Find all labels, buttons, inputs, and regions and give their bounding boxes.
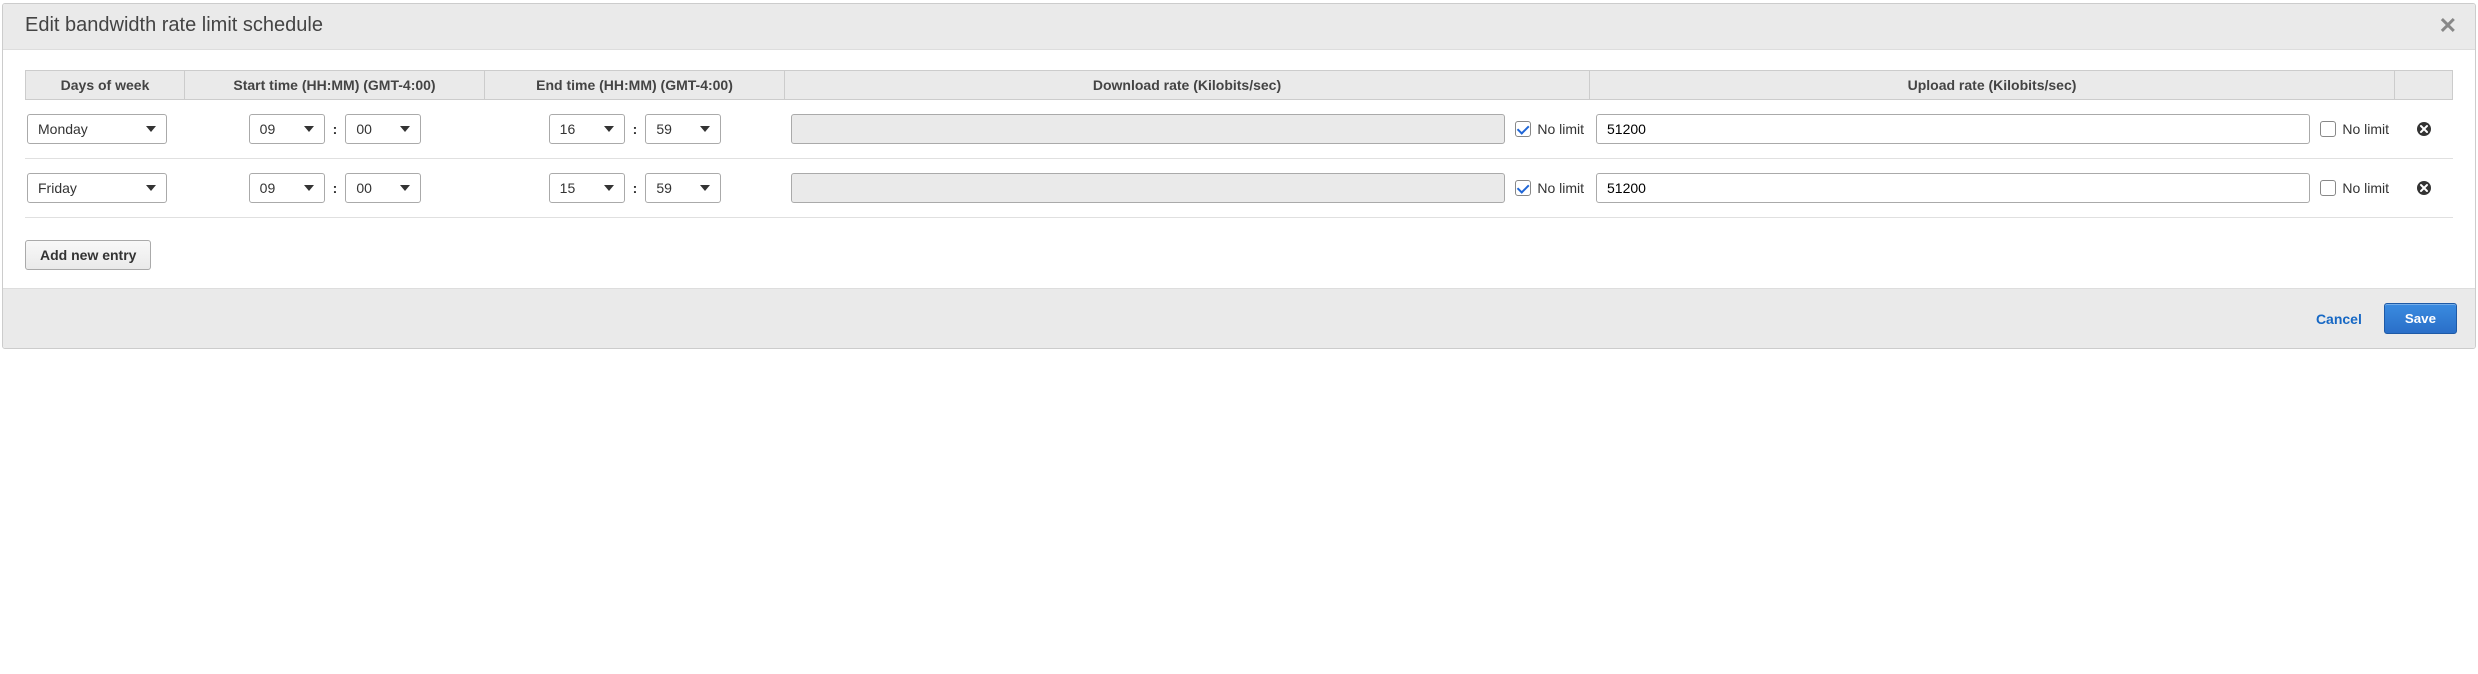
no-limit-label: No limit: [2342, 180, 2389, 196]
end-minute-value: 59: [656, 180, 672, 196]
dialog-footer: Cancel Save: [3, 288, 2475, 348]
end-minute-select[interactable]: 59: [645, 114, 721, 144]
time-separator: :: [333, 121, 338, 137]
chevron-down-icon: [400, 126, 410, 132]
th-delete: [2395, 70, 2453, 100]
no-limit-label: No limit: [1537, 180, 1584, 196]
end-minute-value: 59: [656, 121, 672, 137]
delete-row-button[interactable]: [2414, 119, 2434, 139]
close-icon[interactable]: ✕: [2439, 15, 2457, 37]
time-separator: :: [633, 121, 638, 137]
delete-row-button[interactable]: [2414, 178, 2434, 198]
chevron-down-icon: [146, 185, 156, 191]
download-no-limit-checkbox[interactable]: No limit: [1515, 180, 1584, 196]
end-minute-select[interactable]: 59: [645, 173, 721, 203]
no-limit-label: No limit: [2342, 121, 2389, 137]
day-select[interactable]: Friday: [27, 173, 167, 203]
checkbox-icon: [2320, 180, 2336, 196]
th-end: End time (HH:MM) (GMT-4:00): [485, 70, 785, 100]
bandwidth-schedule-dialog: Edit bandwidth rate limit schedule ✕ Day…: [2, 3, 2476, 349]
chevron-down-icon: [700, 126, 710, 132]
cancel-button[interactable]: Cancel: [2316, 311, 2362, 327]
save-button[interactable]: Save: [2384, 303, 2457, 334]
chevron-down-icon: [146, 126, 156, 132]
end-hour-select[interactable]: 15: [549, 173, 625, 203]
start-hour-value: 09: [260, 180, 276, 196]
day-select[interactable]: Monday: [27, 114, 167, 144]
checkbox-icon: [2320, 121, 2336, 137]
start-minute-select[interactable]: 00: [345, 173, 421, 203]
upload-no-limit-checkbox[interactable]: No limit: [2320, 121, 2389, 137]
start-hour-select[interactable]: 09: [249, 114, 325, 144]
dialog-body: Days of week Start time (HH:MM) (GMT-4:0…: [3, 50, 2475, 288]
chevron-down-icon: [400, 185, 410, 191]
th-start: Start time (HH:MM) (GMT-4:00): [185, 70, 485, 100]
chevron-down-icon: [304, 185, 314, 191]
th-upload: Upload rate (Kilobits/sec): [1590, 70, 2395, 100]
table-row: Friday 09 : 00 15: [25, 159, 2453, 218]
chevron-down-icon: [700, 185, 710, 191]
start-minute-select[interactable]: 00: [345, 114, 421, 144]
day-select-value: Monday: [38, 121, 88, 137]
no-limit-label: No limit: [1537, 121, 1584, 137]
chevron-down-icon: [604, 185, 614, 191]
upload-no-limit-checkbox[interactable]: No limit: [2320, 180, 2389, 196]
end-hour-value: 16: [560, 121, 576, 137]
start-hour-select[interactable]: 09: [249, 173, 325, 203]
day-select-value: Friday: [38, 180, 77, 196]
end-hour-select[interactable]: 16: [549, 114, 625, 144]
upload-rate-input[interactable]: [1596, 114, 2310, 144]
schedule-table: Days of week Start time (HH:MM) (GMT-4:0…: [25, 70, 2453, 218]
download-no-limit-checkbox[interactable]: No limit: [1515, 121, 1584, 137]
time-separator: :: [333, 180, 338, 196]
th-day: Days of week: [25, 70, 185, 100]
time-separator: :: [633, 180, 638, 196]
close-circle-icon: [2416, 180, 2432, 196]
chevron-down-icon: [304, 126, 314, 132]
dialog-title: Edit bandwidth rate limit schedule: [25, 14, 323, 37]
start-minute-value: 00: [356, 180, 372, 196]
table-row: Monday 09 : 00 16: [25, 100, 2453, 159]
end-hour-value: 15: [560, 180, 576, 196]
chevron-down-icon: [604, 126, 614, 132]
close-circle-icon: [2416, 121, 2432, 137]
checkbox-icon: [1515, 121, 1531, 137]
checkbox-icon: [1515, 180, 1531, 196]
upload-rate-input[interactable]: [1596, 173, 2310, 203]
download-rate-input[interactable]: [791, 114, 1505, 144]
th-download: Download rate (Kilobits/sec): [785, 70, 1590, 100]
download-rate-input[interactable]: [791, 173, 1505, 203]
table-header-row: Days of week Start time (HH:MM) (GMT-4:0…: [25, 70, 2453, 100]
start-hour-value: 09: [260, 121, 276, 137]
add-new-entry-button[interactable]: Add new entry: [25, 240, 151, 270]
dialog-header: Edit bandwidth rate limit schedule ✕: [3, 4, 2475, 50]
start-minute-value: 00: [356, 121, 372, 137]
